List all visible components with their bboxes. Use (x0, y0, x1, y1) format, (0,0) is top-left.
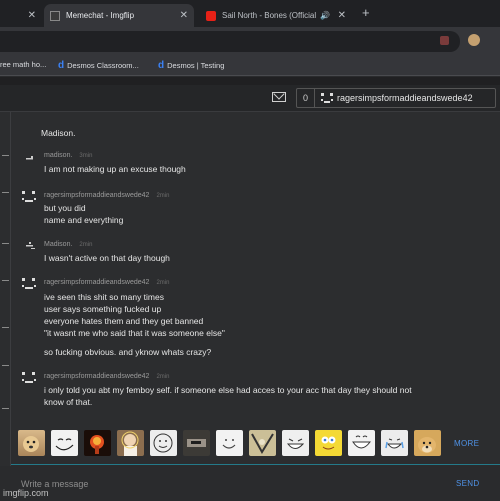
emoji-bar: MORE (11, 422, 500, 464)
tab-previous[interactable]: ✕ (0, 4, 42, 27)
page-gap (0, 77, 500, 85)
user-avatar-icon (21, 371, 36, 385)
message-text: everyone hates them and they get banned (44, 316, 204, 326)
happy-face-emoji[interactable] (216, 430, 243, 456)
message-text: know of that. (44, 397, 93, 407)
user-avatar-icon (321, 93, 333, 103)
message-text: I am not making up an excuse though (44, 164, 186, 174)
close-icon[interactable]: ✕ (180, 10, 188, 21)
doge-face-emoji[interactable] (414, 430, 441, 456)
bookmark-desmos-testing[interactable]: d Desmos | Testing (158, 60, 224, 71)
jesus-thumbs-up-emoji[interactable] (117, 430, 144, 456)
message-text: "it wasnt me who said that it was someon… (44, 328, 225, 338)
message-composer: Write a message SEND (11, 464, 500, 501)
message-time: 2min (156, 193, 170, 199)
doge-face-emoji[interactable] (18, 430, 45, 456)
profile-avatar[interactable] (468, 34, 480, 46)
message-time: 2min (156, 280, 170, 286)
unread-count: 0 (297, 89, 315, 107)
message-text: i only told you abt my femboy self. if s… (44, 385, 412, 395)
message-time: 2min (79, 242, 93, 248)
imgflip-watermark: imgflip.com (3, 488, 49, 498)
message-text: name and everything (44, 215, 124, 225)
send-button[interactable]: SEND (456, 479, 479, 488)
browser-tab-bar: ✕ Memechat - Imgflip ✕ Sail North - Bone… (0, 0, 500, 27)
message-username[interactable]: ragersimpsformaddieandswede42 (44, 279, 149, 286)
url-input[interactable] (0, 31, 460, 52)
message-username[interactable]: madison. (44, 152, 72, 159)
crying-laugh-face-emoji[interactable] (381, 430, 408, 456)
message-username[interactable]: ragersimpsformaddieandswede42 (44, 192, 149, 199)
spongebob-face-emoji[interactable] (315, 430, 342, 456)
message-time: 2min (156, 374, 170, 380)
extension-icon[interactable] (440, 36, 449, 45)
desmos-icon: d (58, 60, 65, 71)
conversation-list-strip[interactable] (0, 112, 11, 466)
rage-face-emoji[interactable] (249, 430, 276, 456)
memechat-header: 0 ragersimpsformaddieandswede42 (0, 85, 500, 112)
tab-title: Sail North - Bones (Official (222, 11, 317, 20)
user-avatar-icon (25, 152, 39, 166)
dark-meme-emoji[interactable] (183, 430, 210, 456)
user-avatar-icon (21, 190, 36, 204)
user-avatar-icon (25, 240, 39, 254)
close-icon[interactable]: ✕ (28, 10, 36, 21)
close-icon[interactable]: ✕ (338, 10, 346, 21)
message-meta: madison. 3min (44, 152, 92, 159)
chat-messages: Madison. madison. 3min I am not making up… (11, 112, 500, 422)
message-meta: ragersimpsformaddieandswede42 2min (44, 279, 169, 286)
username: ragersimpsformaddieandswede42 (337, 93, 473, 103)
bookmark-desmos-classroom[interactable]: d Desmos Classroom... (58, 60, 139, 71)
tab-memechat[interactable]: Memechat - Imgflip ✕ (44, 4, 194, 27)
message-text: so fucking obvious. and yknow whats craz… (44, 347, 212, 357)
user-selector[interactable]: 0 ragersimpsformaddieandswede42 (296, 88, 496, 108)
smiling-face-emoji[interactable] (150, 430, 177, 456)
message-meta: ragersimpsformaddieandswede42 2min (44, 192, 169, 199)
tab-title: Memechat - Imgflip (66, 11, 135, 20)
troll-face-emoji[interactable] (51, 430, 78, 456)
bookmarks-bar: ree math ho... d Desmos Classroom... d D… (0, 56, 500, 76)
bookmark-math[interactable]: ree math ho... (0, 60, 46, 69)
imgflip-icon (50, 10, 60, 21)
lol-face-emoji[interactable] (348, 430, 375, 456)
tab-youtube[interactable]: Sail North - Bones (Official 🔊 ✕ (200, 4, 352, 27)
mail-icon[interactable] (272, 92, 286, 102)
message-text: but you did (44, 203, 86, 213)
message-username[interactable]: ragersimpsformaddieandswede42 (44, 373, 149, 380)
user-avatar-icon (21, 277, 36, 291)
message-text: user says something fucked up (44, 304, 162, 314)
explosion-emoji[interactable] (84, 430, 111, 456)
message-text: Madison. (41, 128, 76, 138)
desmos-icon: d (158, 60, 165, 71)
message-username[interactable]: Madison. (44, 241, 72, 248)
new-tab-button[interactable]: + (362, 5, 370, 20)
message-meta: Madison. 2min (44, 241, 92, 248)
more-emojis-button[interactable]: MORE (454, 439, 479, 448)
youtube-icon (206, 10, 216, 21)
laughing-face-emoji[interactable] (282, 430, 309, 456)
message-meta: ragersimpsformaddieandswede42 2min (44, 373, 169, 380)
message-time: 3min (79, 153, 93, 159)
message-text: ive seen this shit so many times (44, 292, 164, 302)
address-bar (0, 27, 500, 56)
message-text: I wasn't active on that day though (44, 253, 170, 263)
speaker-icon[interactable]: 🔊 (320, 11, 330, 20)
